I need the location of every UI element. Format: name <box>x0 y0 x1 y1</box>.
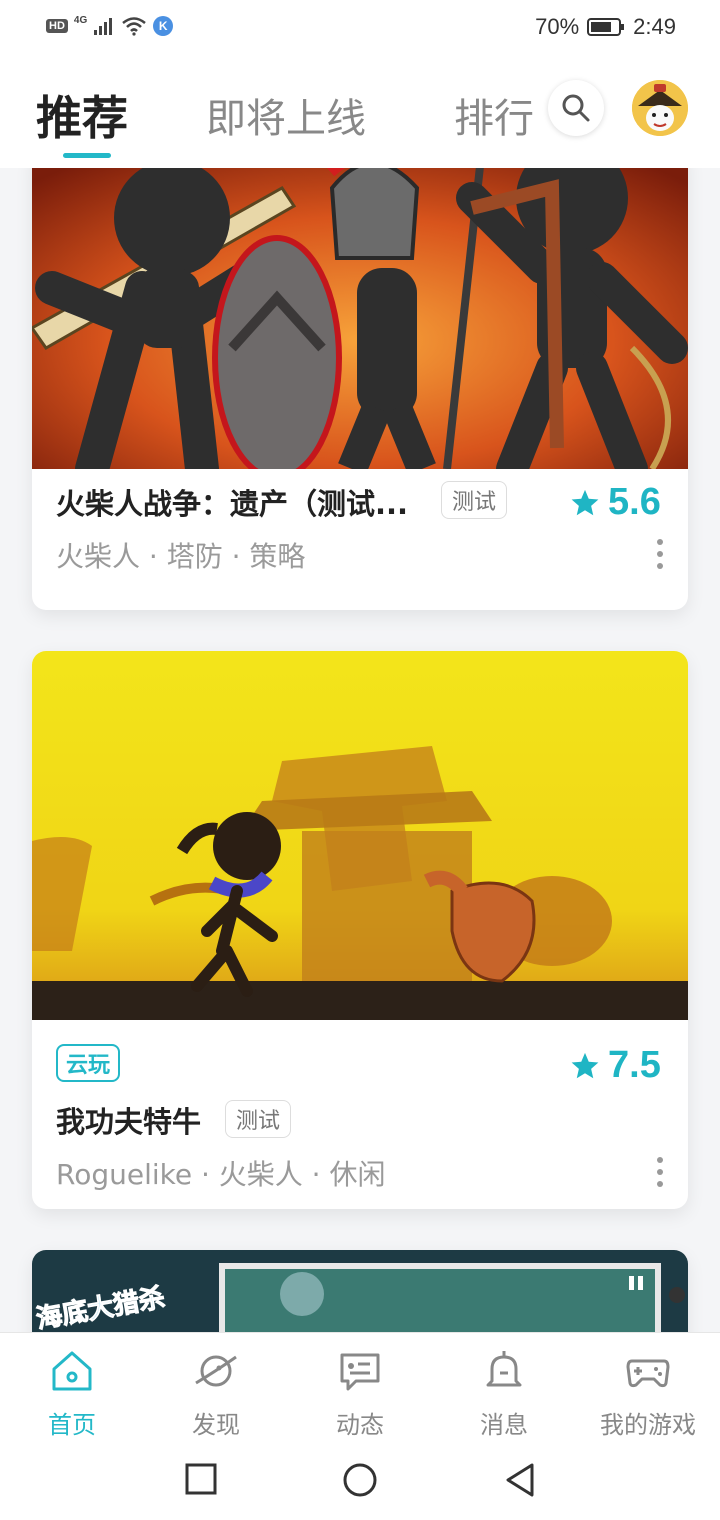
rating-value: 5.6 <box>608 481 661 523</box>
nav-label: 我的游戏 <box>600 1411 696 1439</box>
game-cover-image[interactable] <box>32 168 688 469</box>
game-tags: 火柴人 · 塔防 · 策略 <box>56 540 306 573</box>
status-bar: HD 4G K 70% 2:49 <box>0 0 720 58</box>
search-button[interactable] <box>548 80 604 136</box>
clock: 2:49 <box>633 14 676 39</box>
battery-icon <box>587 18 625 36</box>
tab-indicator <box>63 153 111 158</box>
battery-percent: 70% <box>535 14 580 39</box>
nav-discover[interactable]: 发现 <box>144 1347 288 1440</box>
rating-value: 7.5 <box>608 1044 661 1086</box>
test-badge: 测试 <box>441 481 508 519</box>
k-app-icon: K <box>153 16 174 36</box>
star-icon <box>571 489 599 515</box>
game-tags: Roguelike · 火柴人 · 休闲 <box>56 1158 386 1191</box>
more-options-icon[interactable] <box>656 1157 664 1187</box>
top-header: 推荐 即将上线 排行 <box>0 58 720 168</box>
game-cover-image[interactable] <box>32 651 688 1020</box>
nav-label: 动态 <box>336 1411 384 1439</box>
cloud-play-badge: 云玩 <box>56 1044 121 1082</box>
game-cover-image[interactable]: 海底大猎杀 <box>32 1250 688 1332</box>
nav-label: 首页 <box>48 1411 96 1439</box>
wifi-icon <box>122 17 147 36</box>
nav-label: 消息 <box>480 1411 528 1439</box>
game-rating: 7.5 <box>570 1044 661 1087</box>
star-icon <box>571 1052 599 1078</box>
game-card[interactable]: 火柴人战争：遗产（测试... 测试 5.6 火柴人 · 塔防 · 策略 <box>32 168 688 610</box>
nav-home[interactable]: 首页 <box>0 1347 144 1440</box>
game-card[interactable]: 海底大猎杀 <box>32 1250 688 1332</box>
game-title[interactable]: 火柴人战争：遗产（测试... <box>56 481 408 523</box>
recent-apps-button[interactable] <box>184 1462 218 1496</box>
game-rating: 5.6 <box>570 481 661 524</box>
planet-icon <box>195 1355 237 1387</box>
home-button[interactable] <box>342 1462 378 1498</box>
game-feed[interactable]: 火柴人战争：遗产（测试... 测试 5.6 火柴人 · 塔防 · 策略 云玩 7… <box>0 168 720 1332</box>
gamepad-icon <box>626 1359 670 1388</box>
bell-icon <box>486 1351 522 1387</box>
avatar[interactable] <box>632 80 688 136</box>
game-card[interactable]: 云玩 7.5 我功夫特牛 测试 Roguelike · 火柴人 · 休闲 <box>32 651 688 1209</box>
back-button[interactable] <box>502 1462 538 1498</box>
search-icon <box>562 94 590 122</box>
nav-feed[interactable]: 动态 <box>288 1347 432 1440</box>
tab-ranking[interactable]: 排行 <box>454 86 534 144</box>
feed-icon <box>340 1353 380 1391</box>
tab-recommend[interactable]: 推荐 <box>36 82 128 148</box>
home-icon <box>52 1351 92 1391</box>
bottom-navigation: 首页 发现 动态 消息 我的游戏 <box>0 1332 720 1442</box>
more-options-icon[interactable] <box>656 539 664 569</box>
network-type: 4G <box>73 14 88 26</box>
tab-upcoming[interactable]: 即将上线 <box>206 86 366 144</box>
game-title[interactable]: 我功夫特牛 <box>56 1099 201 1141</box>
nav-messages[interactable]: 消息 <box>432 1347 576 1440</box>
nav-my-games[interactable]: 我的游戏 <box>576 1347 720 1440</box>
nav-label: 发现 <box>192 1411 240 1439</box>
signal-icon <box>94 18 113 35</box>
system-navigation-bar <box>0 1442 720 1520</box>
hd-indicator: HD <box>46 19 68 33</box>
test-badge: 测试 <box>225 1100 292 1138</box>
